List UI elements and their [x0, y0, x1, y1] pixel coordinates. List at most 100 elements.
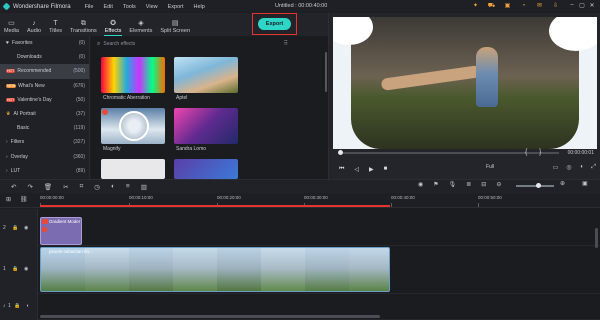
zoom-slider[interactable]	[516, 185, 554, 187]
menu-file[interactable]: File	[85, 4, 94, 10]
effect-thumb-aptel[interactable]	[174, 57, 238, 93]
mark-out-button[interactable]: }	[539, 149, 541, 156]
effect-thumb[interactable]	[174, 159, 238, 179]
volume-icon[interactable]: ◖	[26, 303, 29, 309]
eye-icon[interactable]: ◉	[24, 266, 28, 272]
cart-icon[interactable]: ⛟	[487, 2, 496, 10]
split-icon[interactable]: ⊟	[481, 181, 486, 188]
mic-icon[interactable]: 🎙	[449, 181, 457, 188]
effect-thumb-magnify[interactable]	[101, 108, 165, 144]
tab-transitions[interactable]: ⧉ Transitions	[66, 15, 101, 36]
search-input[interactable]: Search effects	[103, 41, 135, 47]
color-icon[interactable]: ◐	[111, 183, 115, 190]
download-icon[interactable]: ⇩	[551, 2, 560, 10]
volume-icon[interactable]: ◖	[580, 164, 584, 171]
library-scrollbar[interactable]	[325, 52, 327, 92]
sidebar-item-ai-portrait[interactable]: ♛ AI Portrait (37)	[0, 107, 89, 121]
zoom-slider-knob[interactable]	[536, 183, 541, 188]
mail-icon[interactable]: ✉	[535, 2, 544, 10]
preview-tools: ▭ ◎ ◖ ⤢	[545, 164, 596, 171]
menu-help[interactable]: Help	[194, 4, 205, 10]
sidebar-item-whats-new[interactable]: NEW What's New (676)	[0, 79, 89, 93]
render-icon[interactable]: ▭	[553, 164, 559, 171]
search-bar[interactable]: ⌕ Search effects	[97, 39, 279, 49]
export-button[interactable]: Export	[258, 18, 291, 30]
render-preview-icon[interactable]: ◉	[418, 181, 423, 188]
zoom-out-icon[interactable]: ⊖	[496, 181, 501, 188]
sidebar-item-overlay[interactable]: › Overlay (360)	[0, 150, 89, 164]
tab-titles[interactable]: T Titles	[45, 15, 66, 36]
sidebar-item-valentines-day[interactable]: HOT Valentine's Day (50)	[0, 93, 89, 107]
timeline-vertical-scrollbar[interactable]	[595, 228, 598, 248]
ruler-label: 00:00:20:00	[217, 195, 241, 200]
effect-label: Aptel	[176, 95, 188, 101]
effect-thumb[interactable]	[101, 159, 165, 179]
tab-split-screen[interactable]: ▤ Split Screen	[156, 15, 194, 36]
tab-media[interactable]: ▭ Media	[0, 15, 23, 36]
fullscreen-icon[interactable]: ⤢	[591, 164, 596, 171]
lock-icon[interactable]: 🔒	[12, 266, 18, 272]
gift-icon[interactable]: ▣	[503, 2, 512, 10]
sidebar-item-basic[interactable]: Basic (119)	[0, 121, 89, 135]
cut-icon[interactable]: ✂	[63, 183, 68, 191]
playhead-knob[interactable]	[338, 150, 343, 155]
title-clip[interactable]: Gradient Moder	[40, 217, 82, 245]
favorite-badge-icon	[102, 109, 108, 115]
maximize-icon[interactable]: ▢	[577, 2, 587, 9]
sidebar-item-filters[interactable]: › Filters (327)	[0, 135, 89, 149]
zoom-in-icon[interactable]: ⊕	[560, 180, 565, 187]
marker-icon[interactable]: ⚑	[433, 181, 438, 188]
timeline-ruler[interactable]: ⊞ ⛓ 00:00:00:00 00:00:10:00 00:00:20:00 …	[0, 193, 600, 208]
settings-icon[interactable]: ▣	[582, 180, 588, 187]
grid-view-icon[interactable]: ⠿	[284, 40, 288, 47]
audio-mixer-icon[interactable]: ▥	[141, 183, 147, 191]
previous-frame-icon[interactable]: ⏮	[339, 166, 344, 173]
menu-tools[interactable]: Tools	[123, 4, 136, 10]
minimize-icon[interactable]: –	[567, 2, 577, 9]
heart-icon: ♥	[6, 40, 9, 47]
menu-export[interactable]: Export	[168, 4, 184, 10]
video-clip[interactable]: pexels-sebastian-fin...	[40, 247, 390, 292]
effects-icon: ✪	[110, 20, 116, 27]
undo-icon[interactable]: ↶	[11, 183, 16, 191]
clip-frame	[217, 248, 261, 291]
tab-elements[interactable]: ◈ Elements	[125, 15, 156, 36]
add-track-icon[interactable]: ⊞	[6, 196, 11, 203]
mark-in-button[interactable]: {	[525, 149, 527, 156]
lock-icon[interactable]: 🔒	[14, 303, 20, 309]
tab-effects[interactable]: ✪ Effects	[101, 15, 126, 36]
close-icon[interactable]: ✕	[587, 2, 597, 9]
snapshot-icon[interactable]: ◎	[566, 164, 571, 171]
stop-icon[interactable]: ■	[384, 166, 388, 172]
folder-icon: ▭	[8, 20, 15, 27]
speed-icon[interactable]: ◷	[94, 183, 100, 191]
menu-edit[interactable]: Edit	[103, 4, 112, 10]
timeline-horizontal-scrollbar[interactable]	[40, 315, 380, 318]
preview-quality-select[interactable]: Full	[486, 164, 494, 170]
lightbulb-icon[interactable]: ✦	[471, 2, 480, 10]
adjust-icon[interactable]: ≡	[126, 183, 130, 190]
document-title: Untitled : 00:00:40:00	[275, 3, 328, 9]
effect-thumb-chromatic-aberration[interactable]	[101, 57, 165, 93]
sidebar-item-favorites[interactable]: ♥ Favorites (0)	[0, 36, 89, 50]
delete-icon[interactable]: 🗑	[44, 183, 52, 191]
play-icon[interactable]: ▶	[369, 166, 374, 173]
step-back-icon[interactable]: ◁	[354, 166, 359, 173]
lock-icon[interactable]: 🔒	[12, 225, 18, 231]
redo-icon[interactable]: ↷	[27, 183, 32, 191]
effect-thumb-sandra-lomo[interactable]	[174, 108, 238, 144]
filmora-logo-icon	[2, 2, 11, 11]
eye-icon[interactable]: ◉	[24, 225, 28, 231]
sidebar-item-recommended[interactable]: HOT Recommended (500)	[0, 64, 89, 79]
headset-icon[interactable]: ◔	[519, 2, 528, 10]
preview-hand	[380, 65, 482, 91]
crop-icon[interactable]: ⌗	[80, 183, 84, 191]
menu-view[interactable]: View	[146, 4, 158, 10]
voiceover-icon[interactable]: ≣	[466, 181, 471, 188]
sidebar-item-downloads[interactable]: Downloads (0)	[0, 50, 89, 64]
link-icon[interactable]: ⛓	[20, 196, 28, 203]
sidebar-item-lut[interactable]: › LUT (89)	[0, 164, 89, 178]
title-clip-badge-icon	[42, 219, 48, 224]
track-header-2: 2 🔒 ◉	[0, 209, 38, 246]
tab-audio[interactable]: ♪ Audio	[23, 15, 45, 36]
